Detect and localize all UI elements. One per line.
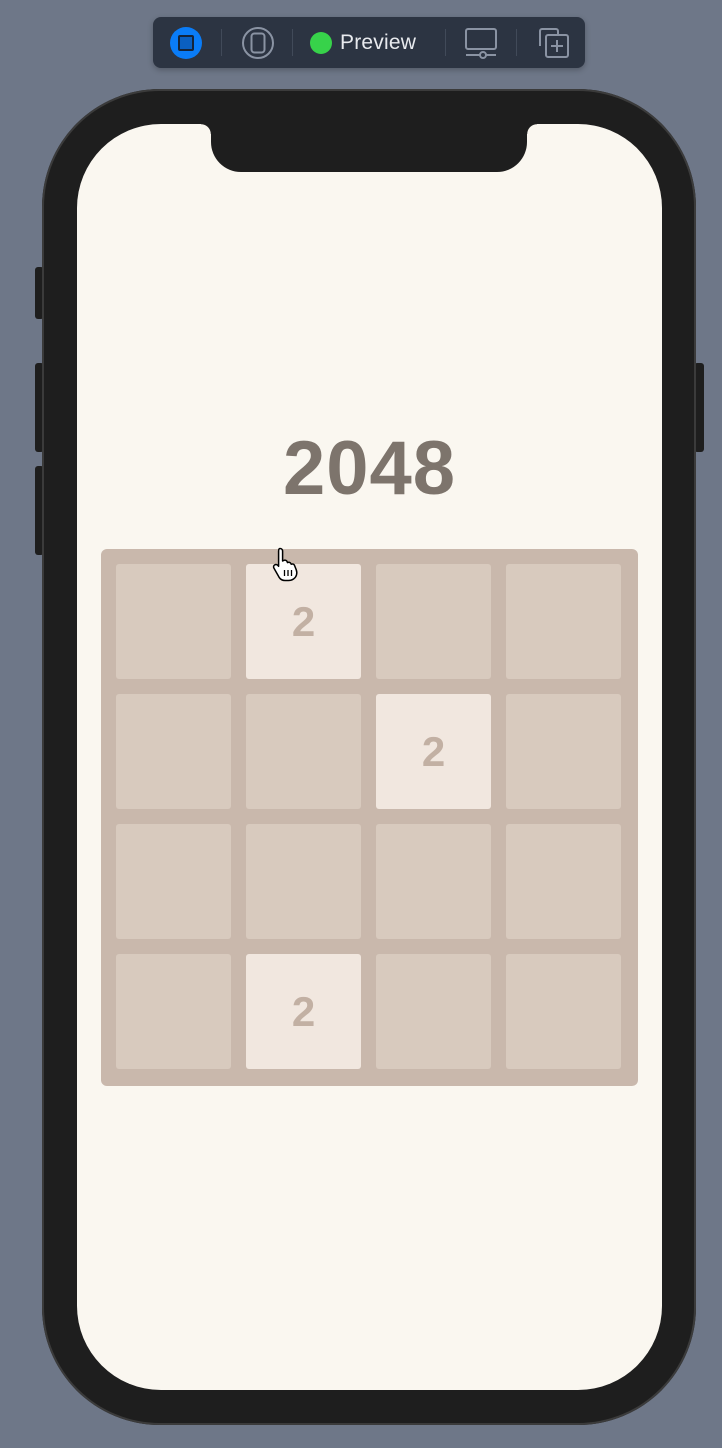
device-settings-button[interactable]	[462, 17, 500, 68]
game-tile: 2	[246, 564, 361, 679]
toolbar-divider	[445, 29, 446, 56]
game-tile	[376, 954, 491, 1069]
game-tile	[376, 824, 491, 939]
toolbar-divider	[221, 29, 222, 56]
game-title: 2048	[282, 426, 457, 511]
status-dot-icon	[310, 31, 332, 54]
game-tile	[116, 564, 231, 679]
play-stop-icon	[170, 26, 202, 59]
game-tile	[376, 564, 491, 679]
preview-toolbar: Preview	[153, 17, 585, 68]
pointing-hand-cursor-icon	[272, 547, 298, 582]
variants-button[interactable]	[240, 17, 276, 68]
preview-mode-button[interactable]: Preview	[306, 17, 432, 68]
duplicate-preview-icon	[539, 27, 569, 58]
preview-label: Preview	[340, 30, 417, 54]
toolbar-divider	[292, 29, 293, 56]
game-tile: 2	[376, 694, 491, 809]
game-tile	[506, 824, 621, 939]
game-tile: 2	[246, 954, 361, 1069]
variants-icon	[242, 26, 274, 59]
game-tile	[506, 564, 621, 679]
game-tile	[116, 694, 231, 809]
device-screen[interactable]: 2048 222	[77, 124, 662, 1390]
game-tile	[116, 954, 231, 1069]
game-tile	[116, 824, 231, 939]
game-tile	[246, 694, 361, 809]
game-tile	[506, 694, 621, 809]
device-notch	[201, 124, 537, 172]
device-settings-icon	[465, 27, 497, 59]
game-tile	[506, 954, 621, 1069]
toolbar-divider	[516, 29, 517, 56]
live-preview-button[interactable]	[170, 17, 202, 68]
game-board[interactable]: 222	[101, 549, 638, 1086]
game-tile	[246, 824, 361, 939]
duplicate-preview-button[interactable]	[534, 17, 572, 68]
